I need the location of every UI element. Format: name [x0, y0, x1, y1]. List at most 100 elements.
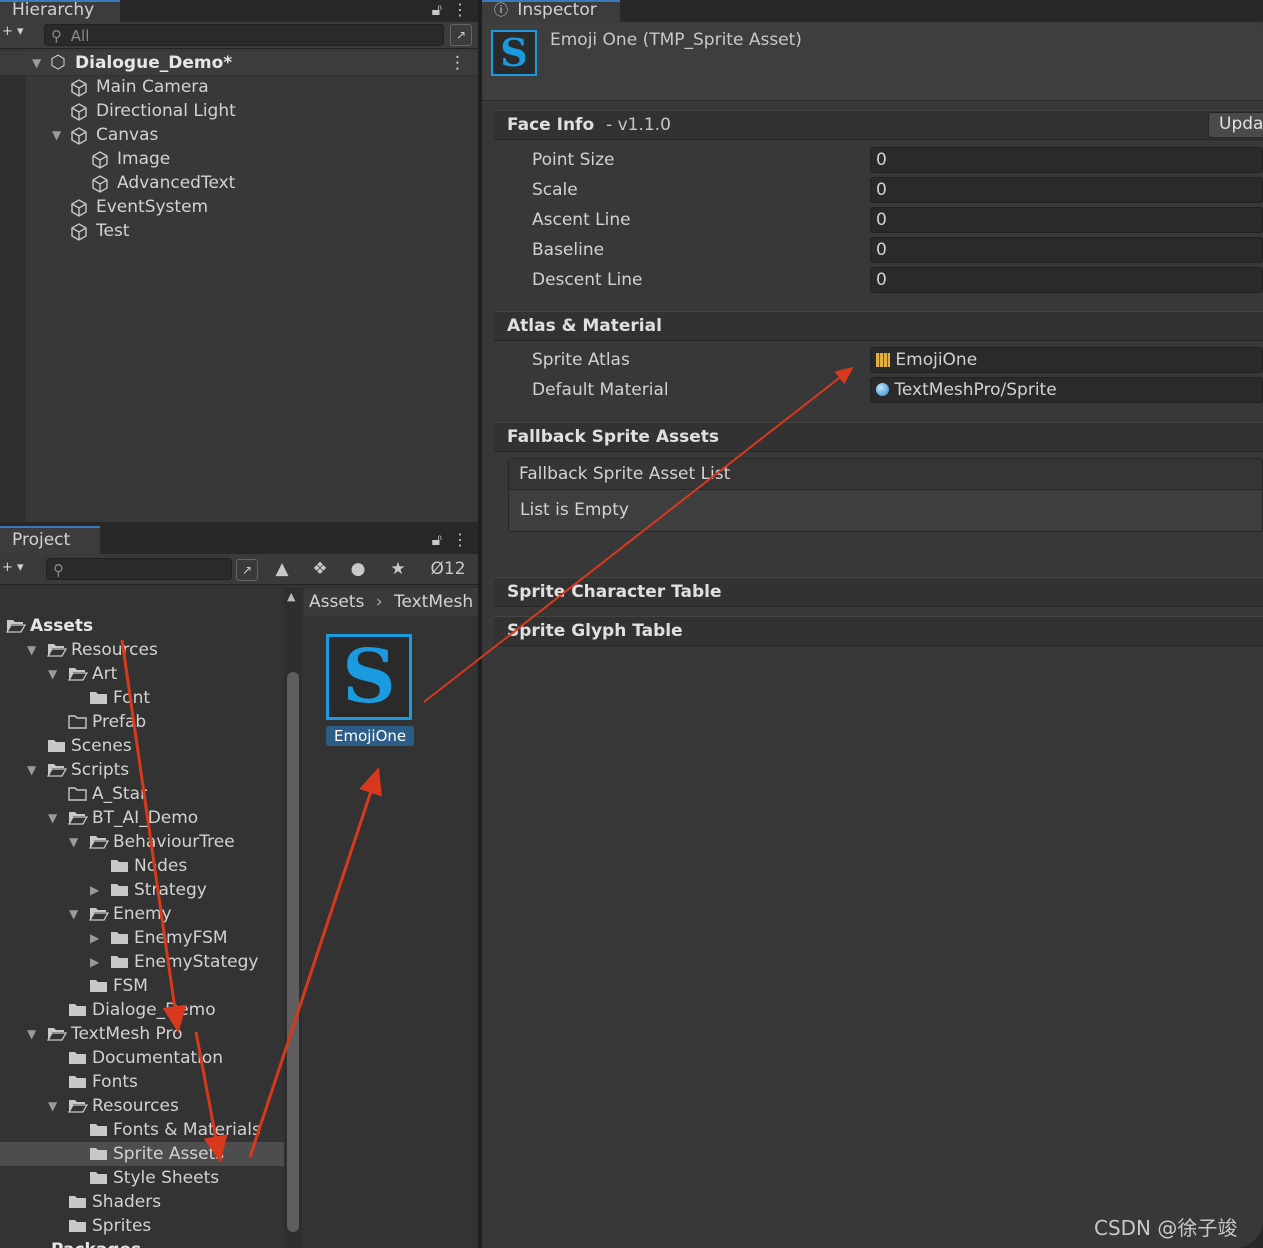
inspector-asset-glyph: S [500, 30, 528, 75]
project-tree-item[interactable]: A_Star [0, 782, 284, 806]
face-info-header[interactable]: Face Info - v1.1.0 Upda [494, 110, 1263, 140]
project-toolbar: + ▾ ⚲ ↗ ▲ ❖ ● ★ Ø12 [0, 554, 478, 585]
project-tree-item[interactable]: Assets [0, 614, 284, 638]
hierarchy-search-input[interactable]: ⚲ All [44, 24, 444, 46]
project-tree-item[interactable]: Scenes [0, 734, 284, 758]
breadcrumb-assets[interactable]: Assets [309, 592, 364, 612]
project-tree-item[interactable]: ▶ EnemyStategy [0, 950, 284, 974]
project-tree-item[interactable]: Dialoge_Demo [0, 998, 284, 1022]
chevron-down-icon[interactable]: ▼ [48, 806, 57, 830]
chevron-right-icon[interactable]: ▶ [90, 926, 99, 950]
chevron-down-icon[interactable]: ▼ [48, 662, 57, 686]
scrollbar-thumb[interactable] [287, 672, 299, 1232]
folder-icon [90, 692, 107, 704]
project-tree-item[interactable]: Fonts [0, 1070, 284, 1094]
project-search-input[interactable]: ⚲ [46, 558, 232, 580]
hierarchy-item[interactable]: Test [0, 219, 478, 243]
console-warning-icon[interactable]: ● [340, 554, 376, 584]
lock-icon[interactable]: 🔓︎ [432, 526, 442, 554]
hierarchy-item[interactable]: Directional Light [0, 99, 478, 123]
project-tree-item[interactable]: ▼ Enemy [0, 902, 284, 926]
project-tree-item[interactable]: ▶ Strategy [0, 878, 284, 902]
scene-row[interactable]: ▼ ⬡ Dialogue_Demo* ⋮ [0, 51, 478, 76]
project-tree-item-label: Sprites [92, 1216, 152, 1236]
asset-emojione[interactable]: S EmojiOne [326, 634, 422, 746]
tab-hierarchy[interactable]: Hierarchy [0, 0, 120, 22]
scene-visibility-icon[interactable]: ↗ [450, 24, 472, 46]
folder-tree-scrollbar[interactable]: ▲ [284, 588, 302, 1248]
chevron-down-icon[interactable]: ▼ [27, 758, 36, 782]
project-folder-tree: Assets ▼ Resources ▼ Art Font Prefab Scenes ▼ Scr… [0, 588, 284, 1248]
update-button[interactable]: Upda [1208, 112, 1263, 138]
fallback-header[interactable]: Fallback Sprite Assets [494, 422, 1263, 452]
hierarchy-item-label: EventSystem [96, 197, 209, 217]
chevron-down-icon[interactable]: ▼ [52, 123, 61, 147]
project-tree-item[interactable]: Style Sheets [0, 1166, 284, 1190]
face-info-field-input[interactable]: 0 [870, 177, 1263, 203]
hierarchy-item[interactable]: EventSystem [0, 195, 478, 219]
face-info-field-input[interactable]: 0 [870, 237, 1263, 263]
sprite-character-table-title: Sprite Character Table [507, 582, 722, 602]
scene-name: Dialogue_Demo* [75, 53, 233, 73]
hidden-packages-icon[interactable]: Ø12 [420, 554, 476, 584]
breadcrumb-textmesh[interactable]: TextMesh [394, 592, 473, 612]
project-tree-item[interactable]: ▼ BT_AI_Demo [0, 806, 284, 830]
chevron-right-icon[interactable]: ▶ [90, 950, 99, 974]
favorite-star-icon[interactable]: ★ [380, 554, 416, 584]
face-info-field-input[interactable]: 0 [870, 267, 1263, 293]
hierarchy-item[interactable]: AdvancedText [0, 171, 478, 195]
hierarchy-item[interactable]: Main Camera [0, 75, 478, 99]
project-tree-item[interactable]: ▼ TextMesh Pro [0, 1022, 284, 1046]
scroll-up-icon[interactable]: ▲ [287, 590, 295, 603]
project-tree-item[interactable]: ▼ Resources [0, 638, 284, 662]
sprite-character-table-header[interactable]: Sprite Character Table [494, 577, 1263, 607]
hierarchy-tabbar: Hierarchy 🔓︎ ⋮ [0, 0, 478, 22]
project-tree-item[interactable]: Prefab [0, 710, 284, 734]
chevron-down-icon[interactable]: ▼ [48, 1094, 57, 1118]
tab-inspector[interactable]: ⓘ Inspector [482, 0, 620, 22]
sprite-glyph-table-header[interactable]: Sprite Glyph Table [494, 616, 1263, 646]
chevron-right-icon[interactable]: ▶ [90, 878, 99, 902]
project-tree-item[interactable]: Packages [0, 1238, 284, 1248]
project-tree-item[interactable]: Fonts & Materials [0, 1118, 284, 1142]
chevron-down-icon[interactable]: ▼ [69, 902, 78, 926]
hierarchy-item[interactable]: Image [0, 147, 478, 171]
face-info-field-input[interactable]: 0 [870, 147, 1263, 173]
default-material-field[interactable]: TextMeshPro/Sprite [870, 377, 1263, 403]
hierarchy-item[interactable]: ▼ Canvas [0, 123, 478, 147]
face-info-field-input[interactable]: 0 [870, 207, 1263, 233]
tab-project[interactable]: Project [0, 526, 100, 554]
project-tree-item[interactable]: FSM [0, 974, 284, 998]
search-icon: ⚲ [51, 27, 62, 45]
project-tree-item[interactable]: Shaders [0, 1190, 284, 1214]
project-tree-item[interactable]: Font [0, 686, 284, 710]
project-tree-item[interactable]: Sprites [0, 1214, 284, 1238]
create-dropdown-icon[interactable]: + ▾ [2, 24, 24, 39]
open-window-icon[interactable]: ↗ [236, 559, 258, 581]
folder-icon [48, 740, 65, 752]
filter-by-label-icon[interactable]: ❖ [302, 554, 338, 584]
project-tree-item[interactable]: ▼ Art [0, 662, 284, 686]
filter-by-type-icon[interactable]: ▲ [264, 554, 300, 584]
project-tree-item[interactable]: ▼ BehaviourTree [0, 830, 284, 854]
breadcrumb-separator-icon: › [375, 592, 383, 612]
chevron-down-icon[interactable]: ▼ [32, 51, 41, 75]
atlas-material-header[interactable]: Atlas & Material [494, 311, 1263, 341]
project-tree-item[interactable]: Nodes [0, 854, 284, 878]
chevron-down-icon[interactable]: ▼ [69, 830, 78, 854]
more-menu-icon[interactable]: ⋮ [452, 0, 468, 19]
chevron-down-icon[interactable]: ▼ [27, 638, 36, 662]
lock-icon[interactable]: 🔓︎ [432, 0, 442, 20]
sprite-atlas-field[interactable]: EmojiOne [870, 347, 1263, 373]
scene-menu-icon[interactable]: ⋮ [449, 51, 466, 75]
project-tree-item[interactable]: ▼ Scripts [0, 758, 284, 782]
more-menu-icon[interactable]: ⋮ [452, 526, 468, 554]
project-tree-item[interactable]: ▶ EnemyFSM [0, 926, 284, 950]
chevron-down-icon[interactable]: ▼ [27, 1022, 36, 1046]
folder-icon [69, 1004, 86, 1016]
tab-hierarchy-label: Hierarchy [12, 0, 95, 20]
project-tree-item[interactable]: Documentation [0, 1046, 284, 1070]
create-dropdown-icon[interactable]: + ▾ [2, 560, 24, 575]
project-tree-item[interactable]: Sprite Assets [0, 1142, 284, 1166]
project-tree-item[interactable]: ▼ Resources [0, 1094, 284, 1118]
